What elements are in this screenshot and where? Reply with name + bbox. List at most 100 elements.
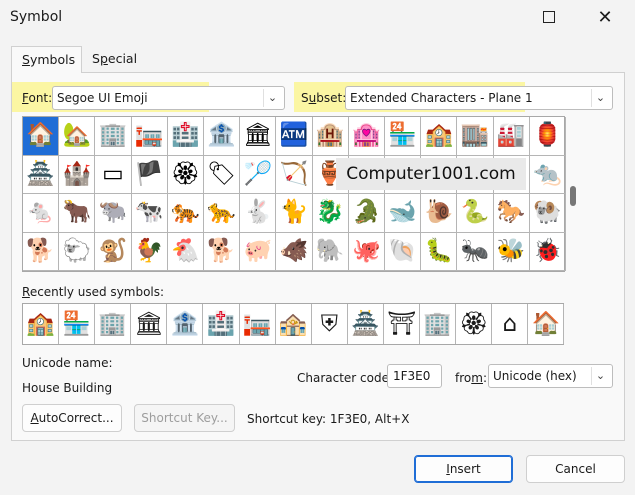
symbol-cell[interactable]: 🐚 [385,232,422,271]
symbol-cell[interactable]: 🐅 [167,194,204,233]
symbol-cell[interactable]: 🐏 [529,194,566,233]
symbol-cell[interactable]: 🏠 [23,117,60,156]
recent-symbol-cell[interactable]: 🏦 [167,304,204,344]
symbol-cell[interactable]: 🐇 [240,194,277,233]
symbol-cell[interactable]: 🐙 [348,232,385,271]
from-select-value: Unicode (hex) [493,369,577,383]
recent-symbol-cell[interactable]: 🏢 [420,304,457,344]
symbol-cell[interactable]: 🏫 [421,117,458,156]
recent-symbol-cell[interactable]: ⛨ [312,304,348,344]
symbol-cell[interactable]: 🐊 [348,194,385,233]
symbol-cell[interactable]: 🏧 [276,117,313,156]
shortcut-key-button[interactable]: Shortcut Key... [134,404,235,432]
symbol-cell[interactable]: 🐕 [204,232,241,271]
symbol-cell[interactable]: 🏬 [457,117,494,156]
recent-symbol-cell[interactable]: 🏣 [240,304,276,344]
symbol-cell[interactable]: 🏛 [240,117,277,156]
maximize-button[interactable] [539,8,559,28]
symbol-cell[interactable]: 🏹 [276,155,313,194]
symbol-cell[interactable]: 🏮 [529,117,566,156]
symbol-cell[interactable]: 🏴 [131,155,168,194]
recent-symbol-cell[interactable]: 🏯 [348,304,384,344]
symbol-cell[interactable]: 🏨 [312,117,349,156]
window-title: Symbol [10,9,63,25]
symbol-cell[interactable]: 🏯 [23,155,60,194]
symbol-cell[interactable]: 🏥 [167,117,204,156]
symbol-cell[interactable]: 🐎 [493,194,530,233]
recent-symbol-cell[interactable]: 🏪 [59,304,96,344]
symbol-cell[interactable]: 🐂 [59,194,96,233]
symbol-cell[interactable]: 🐀 [529,155,566,194]
subset-select[interactable]: Extended Characters - Plane 1 ⌄ [345,86,613,110]
font-dropdown-chevron-icon[interactable]: ⌄ [263,89,281,107]
symbol-cell[interactable]: 🐌 [421,194,458,233]
symbol-cell[interactable]: 🏩 [348,117,385,156]
recent-symbol-cell[interactable]: ⌂ [492,304,529,344]
recent-symbol-cell[interactable]: 🏢 [95,304,132,344]
recent-symbol-cell[interactable]: 🏫 [23,304,60,344]
symbol-cell[interactable]: 🐄 [131,194,168,233]
symbol-cell[interactable]: 🐁 [23,194,60,233]
symbol-cell[interactable]: ▭ [95,155,132,194]
symbol-cell[interactable]: 🐉 [312,194,349,233]
symbol-cell[interactable]: 🐒 [95,232,132,271]
symbol-cell[interactable]: 🏭 [493,117,530,156]
from-label-text: : [482,371,487,385]
symbol-cell[interactable]: 🏵 [167,155,204,194]
symbol-cell[interactable]: 🐈 [276,194,313,233]
symbol-cell[interactable]: 🐆 [204,194,241,233]
recent-symbol-cell[interactable]: 🏵 [456,304,493,344]
symbol-cell[interactable]: 🐍 [457,194,494,233]
tab-special-characters[interactable]: Special Characters [82,46,206,92]
symbol-cell[interactable]: 🐝 [493,232,530,271]
from-label-pre: fro [455,371,472,385]
recent-symbol-cell[interactable]: 🏤 [276,304,312,344]
symbol-cell[interactable]: 🐜 [457,232,494,271]
symbol-cell[interactable]: 🐛 [421,232,458,271]
symbol-cell[interactable]: 🐕 [23,232,60,271]
symbol-cell[interactable]: 🐔 [167,232,204,271]
symbol-cell[interactable]: 🏷 [204,155,241,194]
symbol-cell[interactable]: 🏣 [131,117,168,156]
symbol-cell[interactable]: 🐋 [385,194,422,233]
from-select[interactable]: Unicode (hex) ⌄ [488,364,613,388]
symbol-cell[interactable]: 🏸 [240,155,277,194]
font-label-text: ont: [28,91,53,105]
scrollbar-thumb[interactable] [570,186,576,206]
recent-symbols-grid[interactable]: 🏫 🏪 🏢 🏛 🏦 🏥 🏣 🏤 ⛨ 🏯 ⛩ 🏢 🏵 ⌂ 🏠 [22,303,565,345]
symbol-cell[interactable]: 🏢 [95,117,132,156]
symbol-cell[interactable]: 🐓 [131,232,168,271]
cancel-button[interactable]: Cancel [526,455,625,483]
symbol-cell[interactable]: 🐑 [59,232,96,271]
subset-select-value: Extended Characters - Plane 1 [350,91,533,105]
unicode-name-value: House Building [22,381,113,395]
subset-label: Subset: [301,91,346,105]
character-code-input[interactable]: 1F3E0 [387,364,442,388]
symbol-grid-scrollbar[interactable] [566,116,580,272]
recent-symbol-cell[interactable]: 🏥 [204,304,240,344]
symbol-cell[interactable]: 🏰 [59,155,96,194]
recent-symbol-cell[interactable]: 🏠 [528,304,565,344]
from-dropdown-chevron-icon[interactable]: ⌄ [591,367,609,385]
close-button[interactable]: ✕ [595,8,615,28]
recent-symbol-cell[interactable]: 🏛 [131,304,168,344]
symbol-grid[interactable]: 🏠🏡🏢🏣🏥🏦🏛🏧🏨🏩🏪🏫🏬🏭🏮🏯🏰▭🏴🏵🏷🏸🏹🏺🐀🐁🐂🐃🐄🐀🐁🐂🐃🐄🐅🐆🐇🐈🐉🐊… [22,116,566,272]
tab-symbols[interactable]: Symbols [11,46,82,73]
font-select[interactable]: Segoe UI Emoji ⌄ [52,86,285,110]
symbol-cell[interactable]: 🐃 [95,194,132,233]
symbol-cell[interactable]: 🐗 [276,232,313,271]
symbol-cell[interactable]: 🏦 [204,117,241,156]
insert-button[interactable]: Insert [414,455,513,483]
symbol-cell[interactable]: 🐖 [240,232,277,271]
symbol-cell[interactable]: 🐘 [312,232,349,271]
maximize-icon [543,11,555,23]
subset-dropdown-chevron-icon[interactable]: ⌄ [591,89,609,107]
symbol-cell[interactable]: 🐞 [529,232,566,271]
symbol-cell[interactable]: 🏡 [59,117,96,156]
tab-symbols-access-key: S [22,52,30,67]
recent-symbol-cell[interactable]: ⛩ [384,304,421,344]
symbol-cell[interactable]: 🏪 [385,117,422,156]
shortcut-key-info: Shortcut key: 1F3E0, Alt+X [247,412,410,426]
autocorrect-button[interactable]: AutoCorrect... [22,404,122,432]
recent-label-access-key: R [22,285,30,299]
